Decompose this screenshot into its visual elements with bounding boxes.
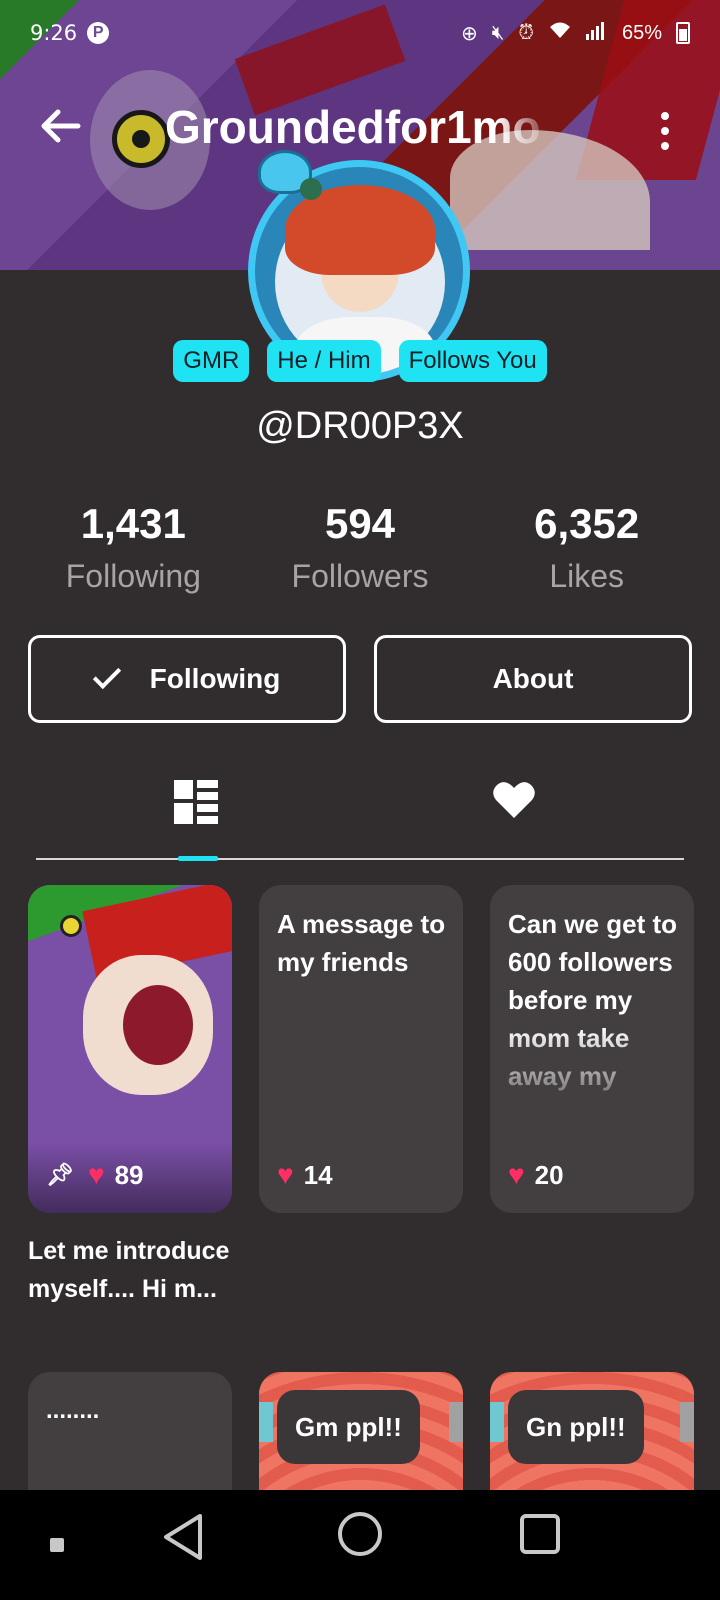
more-vertical-icon	[661, 112, 669, 120]
page-title: Groundedfor1mo	[165, 101, 541, 153]
pinterest-icon: P	[87, 22, 110, 44]
post-card[interactable]: 📌︎ ♥ 89	[28, 885, 232, 1213]
arrow-left-icon	[41, 109, 81, 143]
triangle-back-icon	[164, 1514, 202, 1560]
battery-percent: 65%	[621, 21, 662, 44]
post-meta: ♥ 20	[508, 1159, 564, 1191]
more-options-button[interactable]	[650, 106, 680, 156]
pin-icon: 📌︎	[46, 1162, 74, 1187]
like-count: 14	[303, 1159, 333, 1190]
nav-back-button[interactable]	[160, 1512, 210, 1562]
post-text: Gn ppl!!	[508, 1390, 644, 1464]
post-caption[interactable]: Let me introduce myself.... Hi m...	[28, 1232, 248, 1308]
heart-icon	[493, 782, 535, 818]
about-button-label: About	[492, 663, 574, 694]
nav-home-button[interactable]	[338, 1512, 382, 1556]
check-icon	[92, 660, 121, 690]
stat-label: Followers	[291, 558, 429, 594]
like-count: 89	[114, 1159, 144, 1190]
status-time: 9:26	[30, 21, 78, 45]
nav-overview-button[interactable]	[520, 1514, 560, 1554]
recents-dot-icon[interactable]	[50, 1538, 64, 1552]
status-bar: 9:26 P ⊕ 🔇︎ ⏰︎ 65%	[0, 0, 720, 66]
badge-pronouns: He / Him	[267, 340, 381, 382]
tab-likes[interactable]	[492, 780, 552, 840]
post-card[interactable]: Can we get to 600 followers before my mo…	[490, 885, 694, 1213]
alarm-icon: ⏰︎	[518, 21, 534, 44]
like-heart-icon: ♥	[508, 1159, 525, 1190]
following-button-label: Following	[149, 663, 281, 694]
stat-value: 1,431	[80, 500, 186, 547]
stat-label: Following	[65, 558, 201, 594]
tab-posts[interactable]	[174, 780, 234, 840]
post-text: Can we get to 600 followers before my mo…	[508, 909, 678, 1091]
stat-value: 6,352	[534, 500, 640, 547]
profile-stats: 1,431 Following 594 Followers 6,352 Like…	[0, 500, 720, 595]
badge-gmr: GMR	[173, 340, 250, 382]
profile-tabs	[36, 760, 684, 861]
post-text: ........	[46, 1397, 100, 1424]
post-text: A message to my friends	[277, 909, 446, 977]
tab-indicator	[178, 856, 218, 861]
about-button[interactable]: About	[374, 635, 692, 723]
stat-value: 594	[324, 500, 396, 547]
post-text: Gm ppl!!	[277, 1390, 420, 1464]
following-button[interactable]: Following	[28, 635, 346, 723]
like-heart-icon: ♥	[87, 1159, 105, 1190]
mute-icon: 🔇︎	[491, 21, 505, 44]
post-meta: ♥ 14	[277, 1159, 333, 1191]
stat-following[interactable]: 1,431 Following	[20, 500, 247, 595]
system-nav-bar	[0, 1490, 720, 1600]
badge-follows-you: Follows You	[398, 340, 547, 382]
stat-likes[interactable]: 6,352 Likes	[473, 500, 700, 595]
like-heart-icon: ♥	[277, 1159, 294, 1190]
profile-badges: GMR He / Him Follows You	[0, 340, 720, 382]
wifi-icon	[548, 20, 572, 46]
battery-icon	[676, 22, 690, 44]
data-saver-icon: ⊕	[460, 22, 478, 45]
grid-icon	[174, 780, 218, 824]
post-meta: 📌︎ ♥ 89	[46, 1159, 143, 1191]
like-count: 20	[534, 1159, 564, 1190]
back-button[interactable]	[38, 104, 88, 154]
profile-handle: @DR00P3X	[256, 405, 464, 447]
stat-label: Likes	[549, 558, 625, 594]
signal-icon	[585, 20, 608, 46]
stat-followers[interactable]: 594 Followers	[247, 500, 474, 595]
post-card[interactable]: A message to my friends ♥ 14	[259, 885, 463, 1213]
